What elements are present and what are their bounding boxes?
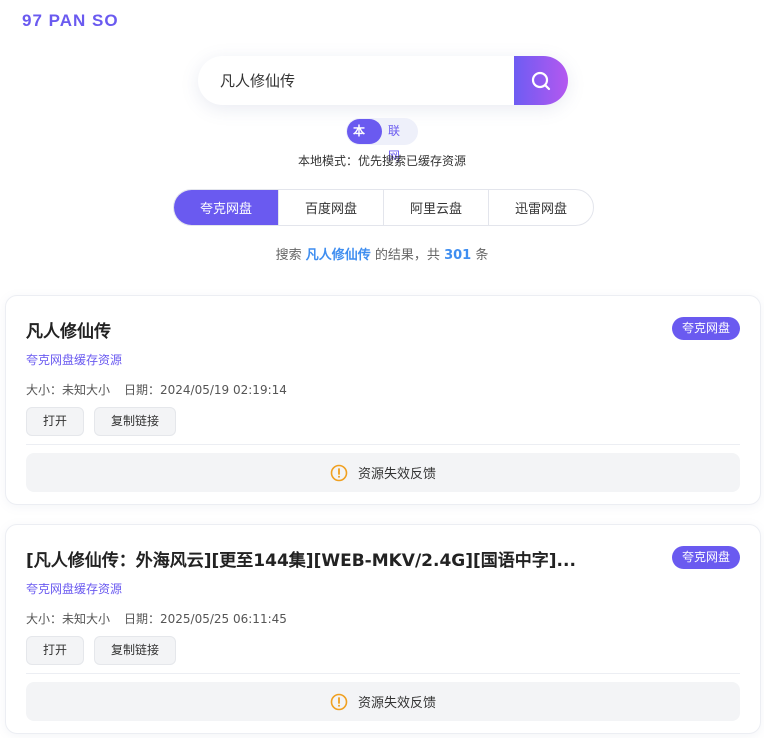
mode-online-button[interactable]: 联网 xyxy=(382,119,417,163)
result-card: 凡人修仙传 夸克网盘 夸克网盘缓存资源 大小：未知大小 日期：2024/05/19… xyxy=(5,295,761,505)
result-actions: 打开 复制链接 xyxy=(26,407,177,436)
tab-baidu[interactable]: 百度网盘 xyxy=(278,190,383,225)
mode-hint: 本地模式：优先搜索已缓存资源 xyxy=(297,154,466,168)
summary-middle: 的结果，共 xyxy=(370,248,445,263)
feedback-label: 资源失效反馈 xyxy=(357,467,436,482)
result-date: 日期：2025/05/25 06:11:45 xyxy=(124,612,287,626)
result-size: 大小：未知大小 xyxy=(26,383,111,397)
result-actions: 打开 复制链接 xyxy=(26,636,177,665)
divider xyxy=(26,444,740,445)
summary-prefix: 搜索 xyxy=(275,248,306,263)
summary-suffix: 条 xyxy=(471,248,489,263)
tab-xunlei[interactable]: 迅雷网盘 xyxy=(488,190,593,225)
summary-count: 301 xyxy=(444,248,472,263)
result-summary: 搜索 凡人修仙传 的结果，共 301 条 xyxy=(0,244,764,263)
search-icon xyxy=(531,71,551,90)
result-source[interactable]: 夸克网盘缓存资源 xyxy=(26,580,122,597)
feedback-label: 资源失效反馈 xyxy=(357,696,436,711)
result-card: [凡人修仙传：外海风云][更至144集][WEB-MKV/2.4G][国语中字]… xyxy=(5,524,761,734)
feedback-button[interactable]: 资源失效反馈 xyxy=(26,682,740,721)
copy-link-button[interactable]: 复制链接 xyxy=(94,407,177,436)
result-source[interactable]: 夸克网盘缓存资源 xyxy=(26,351,122,368)
result-size: 大小：未知大小 xyxy=(26,612,111,626)
result-meta: 大小：未知大小 日期：2024/05/19 02:19:14 xyxy=(26,381,287,398)
search-button[interactable] xyxy=(514,56,568,105)
brand-logo[interactable]: 97 PAN SO xyxy=(22,11,119,31)
summary-keyword: 凡人修仙传 xyxy=(305,248,371,263)
disk-type-badge: 夸克网盘 xyxy=(671,317,740,340)
page: 97 PAN SO 本地 联网 本地模式：优先搜索已缓存资源 夸克网盘 百度网盘… xyxy=(0,0,764,738)
disk-tabs: 夸克网盘 百度网盘 阿里云盘 迅雷网盘 xyxy=(173,189,594,226)
divider xyxy=(26,673,740,674)
open-button[interactable]: 打开 xyxy=(26,407,85,436)
warning-icon xyxy=(330,464,348,481)
disk-type-badge: 夸克网盘 xyxy=(671,546,740,569)
search-input[interactable] xyxy=(198,56,514,105)
mode-local-button[interactable]: 本地 xyxy=(347,119,382,163)
warning-icon xyxy=(330,693,348,710)
search-box xyxy=(198,56,568,105)
result-title[interactable]: [凡人修仙传：外海风云][更至144集][WEB-MKV/2.4G][国语中字]… xyxy=(26,546,586,571)
tab-aliyun[interactable]: 阿里云盘 xyxy=(383,190,488,225)
feedback-button[interactable]: 资源失效反馈 xyxy=(26,453,740,492)
result-meta: 大小：未知大小 日期：2025/05/25 06:11:45 xyxy=(26,610,287,627)
tab-quark[interactable]: 夸克网盘 xyxy=(174,190,278,225)
result-title[interactable]: 凡人修仙传 xyxy=(26,317,586,342)
mode-toggle: 本地 联网 xyxy=(346,118,418,163)
copy-link-button[interactable]: 复制链接 xyxy=(94,636,177,665)
open-button[interactable]: 打开 xyxy=(26,636,85,665)
result-date: 日期：2024/05/19 02:19:14 xyxy=(124,383,287,397)
